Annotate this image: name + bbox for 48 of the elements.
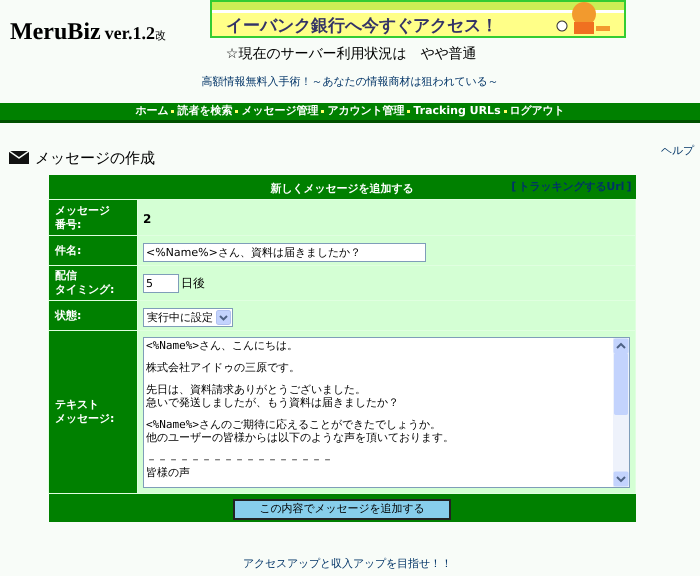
subject-field[interactable]: <%Name%>さん、資料は届きましたか？ xyxy=(143,242,426,262)
bullet-icon xyxy=(235,110,238,112)
message-textarea[interactable]: <%Name%>さん、こんにちは。 株式会社アイドゥの三原です。 先日は、資料請求ありがとうございました。 急いで発送しましたが、もう資料は届きましたか？ <%Name%>さんのご期待に応えることができたでしょうか。 他のユーザーの皆様からは以下のような声を頂いております。 －－－－－－－－－－－－－－－－－ 皆様の声 xyxy=(143,336,630,488)
scroll-down-icon xyxy=(613,470,629,486)
bullet-icon xyxy=(407,110,410,112)
bullet-icon xyxy=(321,110,324,112)
scrollbar[interactable] xyxy=(613,338,629,486)
submit-button[interactable]: この内容でメッセージを追加する xyxy=(233,499,451,520)
footer-link[interactable]: アクセスアップと収入アップを目指せ！！ xyxy=(243,556,452,572)
field-label: 件名: xyxy=(55,244,82,258)
envelope-icon xyxy=(9,151,29,164)
bullet-icon xyxy=(171,110,174,112)
field-label: 状態: xyxy=(55,308,82,322)
text-line: 先日は、資料請求ありがとうございました。 xyxy=(146,382,367,396)
field-label: メッセージ 番号: xyxy=(55,204,111,232)
status-dropdown[interactable]: 実行中に設定 xyxy=(143,308,233,328)
text-line: 皆様の声 xyxy=(146,466,191,478)
field-label: テキスト メッセージ: xyxy=(55,398,116,426)
nav-link[interactable]: アカウント管理 xyxy=(327,102,404,120)
page-title: メッセージの作成 xyxy=(35,148,155,168)
bracket-text: [ xyxy=(511,179,516,195)
text-line: 他のユーザーの皆様からは以下のような声を頂いております。 xyxy=(146,430,455,444)
text-line: <%Name%>さん、こんにちは。 xyxy=(146,338,299,352)
bracket-text: ] xyxy=(626,179,632,195)
bullet-icon xyxy=(504,110,507,112)
days-unit: 日後 xyxy=(181,275,205,292)
nav-link[interactable]: ホーム xyxy=(135,102,168,120)
nav-link[interactable]: ログアウト xyxy=(510,102,565,120)
nav-link[interactable]: 読者を検索 xyxy=(177,102,232,120)
banner-text: イーバンク銀行へ今すぐアクセス！ xyxy=(226,15,498,36)
scroll-thumb[interactable] xyxy=(614,353,628,415)
message-number: 2 xyxy=(143,212,152,226)
logo: MeruBiz ver.1.2改 xyxy=(9,18,167,40)
text-line: 株式会社アイドゥの三原です。 xyxy=(146,360,301,374)
text-line: <%Name%>さんのご期待に応えることができたでしょうか。 xyxy=(146,418,442,430)
days-field[interactable]: 5 xyxy=(143,274,179,292)
field-label: 配信 タイミング: xyxy=(55,269,116,297)
text-line: －－－－－－－－－－－－－－－－－ xyxy=(146,452,334,466)
help-link[interactable]: ヘルプ xyxy=(661,142,694,159)
nav-link[interactable]: メッセージ管理 xyxy=(241,102,318,120)
caret-icon xyxy=(216,310,231,326)
promo-link[interactable]: 高額情報無料入手術！～あなたの情報商材は狙われている～ xyxy=(202,74,498,90)
text-line: 急いで発送しましたが、もう資料は届きましたか？ xyxy=(146,396,400,408)
form-title: 新しくメッセージを追加する xyxy=(270,182,414,195)
ad-banner[interactable]: イーバンク銀行へ今すぐアクセス！ xyxy=(210,0,626,38)
nav-link[interactable]: Tracking URLs xyxy=(413,102,501,120)
scroll-up-icon xyxy=(613,338,629,354)
server-status: ☆現在のサーバー利用状況は やや普通 xyxy=(226,45,476,64)
